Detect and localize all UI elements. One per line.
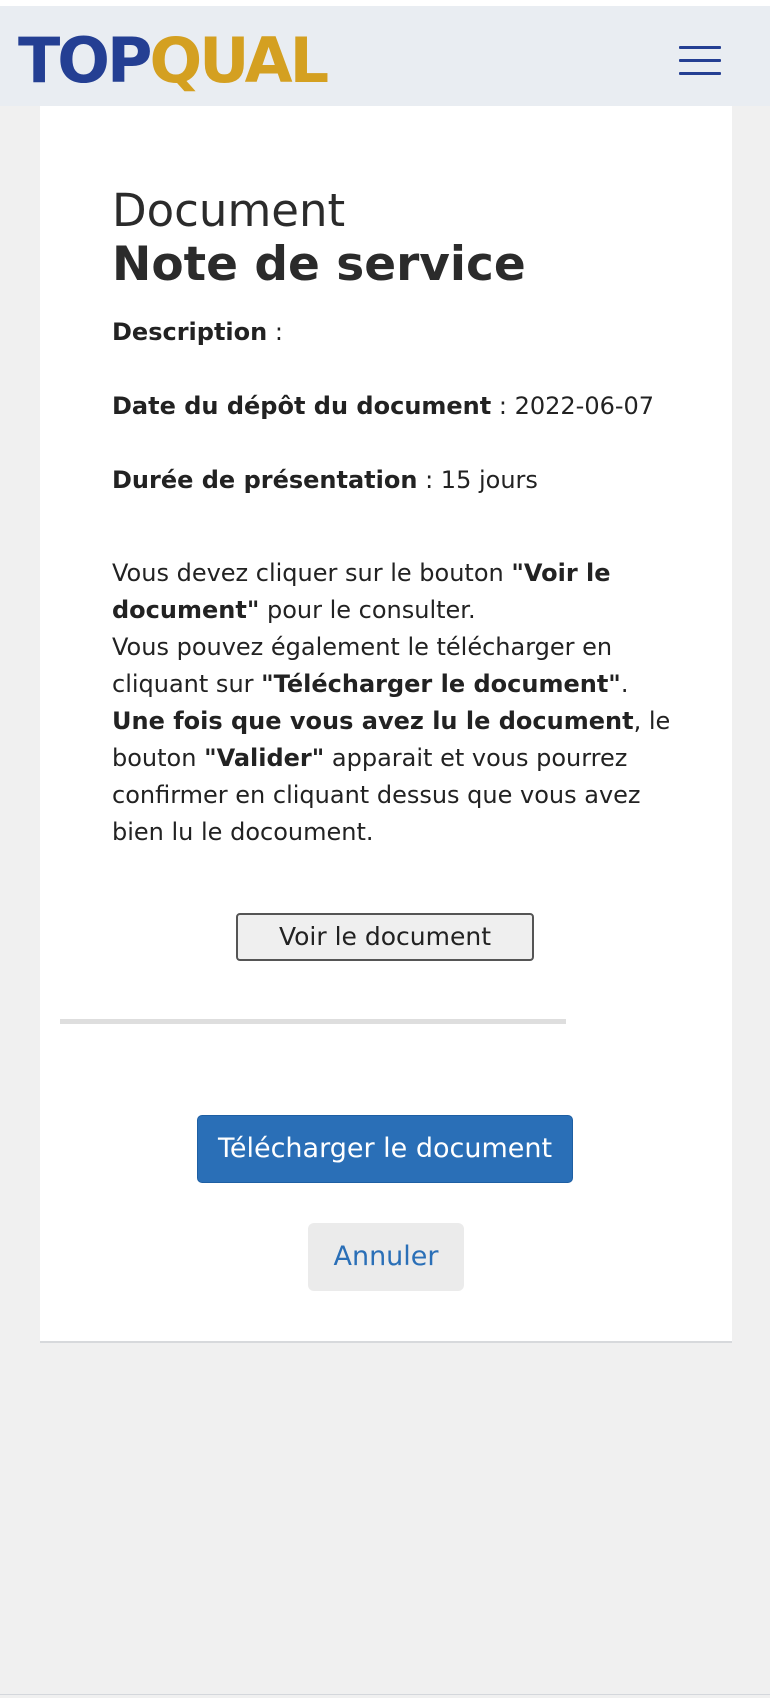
instructions-emphasis: "Valider" [204, 744, 325, 772]
description-separator: : [267, 318, 283, 346]
instructions-fragment: pour le consulter. [259, 596, 476, 624]
description-label: Description [112, 318, 268, 346]
duration-value: 15 jours [440, 466, 538, 494]
app-header: TOPQUAL [0, 6, 770, 106]
download-document-button[interactable]: Télécharger le document [197, 1115, 573, 1183]
deposit-date-value: 2022-06-07 [514, 392, 655, 420]
bottom-edge [0, 1694, 770, 1695]
document-kicker: Document [112, 184, 346, 237]
instructions-line-1: Vous devez cliquer sur le bouton "Voir l… [112, 555, 672, 629]
deposit-date-label: Date du dépôt du document [112, 392, 492, 420]
instructions-fragment: Vous devez cliquer sur le bouton [112, 559, 512, 587]
hamburger-line [679, 46, 721, 49]
instructions-emphasis: "Télécharger le document" [261, 670, 621, 698]
view-document-button[interactable]: Voir le document [236, 913, 534, 961]
duration-row: Durée de présentation : 15 jours [112, 465, 538, 495]
instructions-line-3: Une fois que vous avez lu le document, l… [112, 703, 672, 851]
hamburger-line [679, 59, 721, 62]
deposit-date-separator: : [491, 392, 515, 420]
logo-text-qual: QUAL [149, 24, 329, 97]
document-card: Document Note de service Description : D… [40, 106, 732, 1343]
hamburger-menu-icon[interactable] [676, 41, 724, 81]
instructions-text: Vous devez cliquer sur le bouton "Voir l… [112, 555, 672, 851]
cancel-button[interactable]: Annuler [308, 1223, 464, 1291]
document-title: Note de service [112, 237, 526, 292]
deposit-date-row: Date du dépôt du document : 2022-06-07 [112, 391, 654, 421]
duration-label: Durée de présentation [112, 466, 418, 494]
topqual-logo[interactable]: TOPQUAL [18, 28, 329, 94]
duration-separator: : [417, 466, 441, 494]
logo-text-top: TOP [18, 24, 152, 97]
description-row: Description : [112, 317, 283, 347]
instructions-emphasis: Une fois que vous avez lu le document [112, 707, 634, 735]
instructions-line-2: Vous pouvez également le télécharger en … [112, 629, 672, 703]
hamburger-line [679, 72, 721, 75]
reading-progress-bar [60, 1019, 566, 1024]
instructions-fragment: . [620, 670, 629, 698]
